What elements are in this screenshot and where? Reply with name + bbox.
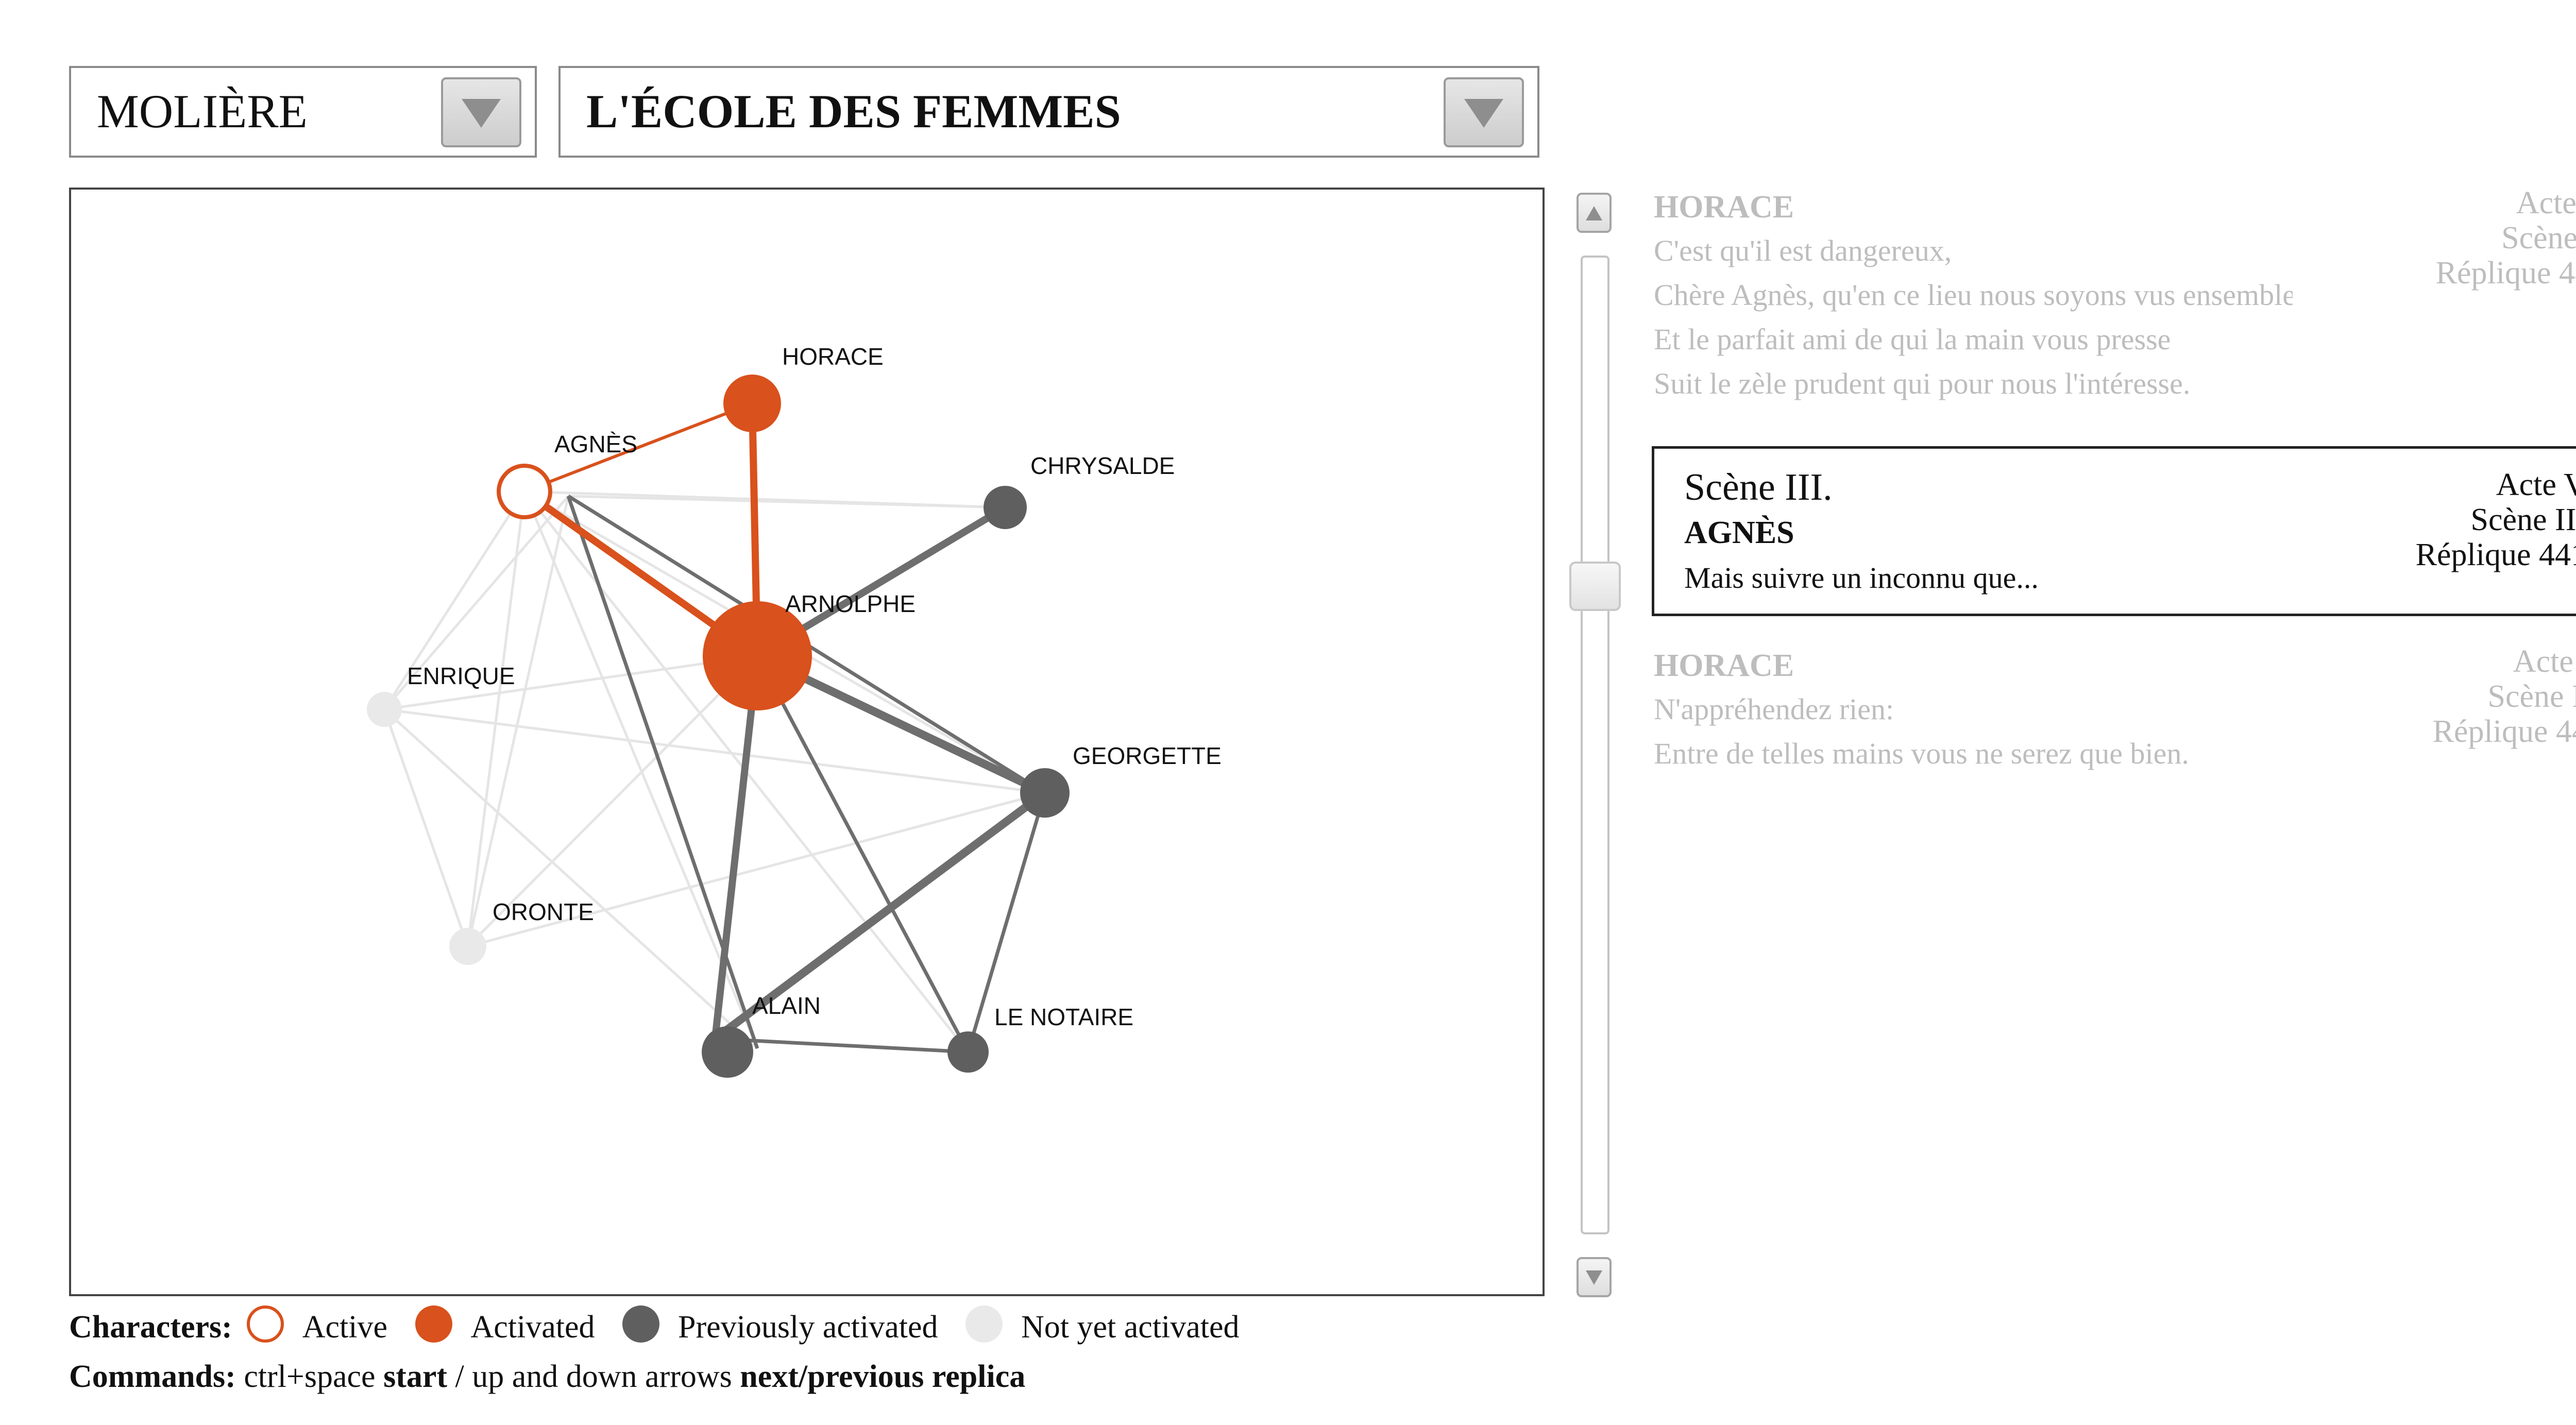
replica-act: Acte V — [2513, 644, 2576, 679]
author-dropdown-button[interactable] — [441, 77, 521, 147]
character-network-graph: HORACE AGNÈS CHRYSALDE ARNOLPHE ENRIQUE GEORG… — [367, 343, 1222, 1078]
replica-line: Mais suivre un inconnu que... — [1684, 561, 2039, 595]
author-select[interactable]: MOLIÈRE — [69, 66, 537, 158]
author-select-value: MOLIÈRE — [97, 85, 308, 138]
not-yet-activated-dot-icon — [965, 1305, 1003, 1343]
replica-number: Réplique 442 — [2432, 714, 2576, 749]
commands-legend-label: Commands: — [69, 1359, 236, 1394]
character-network-panel: HORACE AGNÈS CHRYSALDE ARNOLPHE ENRIQUE GEORG… — [69, 188, 1545, 1296]
replica-line: Entre de telles mains vous ne serez que … — [1654, 737, 2189, 770]
node-label-chrysalde: CHRYSALDE — [1030, 452, 1175, 479]
graph-nodes: HORACE AGNÈS CHRYSALDE ARNOLPHE ENRIQUE GEORG… — [367, 343, 1222, 1078]
replica-scene: Scène III — [2487, 679, 2576, 714]
replica-location: Acte V Scène III Réplique 441 — [2416, 467, 2576, 572]
replica-line: Suit le zèle prudent qui pour nous l'int… — [1654, 367, 2191, 400]
node-label-le-notaire: LE NOTAIRE — [994, 1004, 1133, 1030]
legend-item-active: Active — [246, 1302, 388, 1352]
node-label-alain: ALAIN — [752, 992, 821, 1019]
scroll-down-button[interactable] — [1577, 1257, 1612, 1297]
node-agn-s[interactable] — [497, 464, 552, 519]
previously-activated-dot-icon — [622, 1305, 660, 1343]
active-circle-icon — [246, 1305, 284, 1343]
replica-act: Acte V — [2496, 467, 2576, 502]
edge — [384, 708, 1045, 794]
scrollbar-thumb[interactable] — [1569, 562, 1621, 611]
replica-line: Chère Agnès, qu'en ce lieu nous soyons v… — [1654, 278, 2293, 312]
scrollbar-track[interactable] — [1581, 256, 1609, 1234]
legend-previously-activated-label: Previously activated — [678, 1310, 938, 1345]
replica-line: Et le parfait ami de qui la main vous pr… — [1654, 323, 2171, 356]
node-label-oronte: ORONTE — [493, 898, 594, 925]
commands-legend: Commands: ctrl+space start / up and down… — [69, 1352, 1615, 1401]
replica-scene: Scène II — [2501, 220, 2576, 256]
replica-location: Acte V Scène III Réplique 442 — [2433, 644, 2576, 749]
replica-previous[interactable]: HORACE C'est qu'il est dangereux, Chère … — [1654, 185, 2576, 402]
node-label-enrique: ENRIQUE — [407, 663, 515, 689]
characters-legend: Characters: Active Activated Previously a… — [69, 1302, 1615, 1352]
scroll-up-button[interactable] — [1577, 193, 1612, 233]
edge — [568, 495, 1006, 509]
node-label-georgette: GEORGETTE — [1073, 742, 1222, 769]
chevron-down-icon — [1464, 99, 1503, 128]
node-label-horace: HORACE — [782, 343, 884, 370]
play-dropdown-button[interactable] — [1444, 77, 1524, 147]
play-select[interactable]: L'ÉCOLE DES FEMMES — [558, 66, 1539, 158]
command-start-label: start — [383, 1359, 448, 1394]
node-arnolphe[interactable] — [703, 601, 812, 710]
edge — [566, 495, 759, 1049]
node-georgette[interactable] — [1020, 768, 1070, 818]
replica-act: Acte V — [2516, 185, 2576, 220]
node-le-notaire[interactable] — [947, 1031, 989, 1073]
activated-dot-icon — [415, 1305, 452, 1343]
node-oronte[interactable] — [449, 928, 486, 965]
legend-active-label: Active — [302, 1310, 388, 1345]
command-separator: / up and down arrows — [455, 1359, 732, 1394]
legend-item-not-yet-activated: Not yet activated — [965, 1302, 1240, 1352]
command-navigation-label: next/previous replica — [740, 1359, 1026, 1394]
replica-current[interactable]: Scène III. AGNÈS Mais suivre un inconnu … — [1652, 446, 2576, 616]
triangle-down-icon — [1586, 1270, 1602, 1285]
replica-number: Réplique 440 — [2435, 256, 2576, 291]
chevron-down-icon — [462, 99, 501, 128]
edge — [383, 709, 469, 947]
legend-item-previously-activated: Previously activated — [622, 1302, 938, 1352]
edge — [383, 708, 758, 1049]
edge — [466, 491, 526, 947]
triangle-up-icon — [1586, 206, 1602, 220]
node-label-agn-s: AGNÈS — [554, 431, 637, 457]
replica-scene: Scène III — [2470, 502, 2576, 537]
command-start-key: ctrl+space — [244, 1359, 376, 1394]
characters-legend-label: Characters: — [69, 1310, 232, 1345]
legend: Characters: Active Activated Previously a… — [69, 1302, 1615, 1401]
node-horace[interactable] — [723, 375, 781, 432]
legend-activated-label: Activated — [470, 1310, 595, 1345]
replica-line: C'est qu'il est dangereux, — [1654, 234, 1952, 267]
play-select-value: L'ÉCOLE DES FEMMES — [586, 85, 1121, 138]
replica-line: N'appréhendez rien: — [1654, 692, 1894, 726]
replica-next[interactable]: HORACE N'appréhendez rien: Entre de tell… — [1654, 644, 2576, 788]
legend-not-yet-activated-label: Not yet activated — [1021, 1310, 1240, 1345]
replica-location: Acte V Scène II Réplique 440 — [2436, 185, 2576, 291]
legend-item-activated: Activated — [415, 1302, 595, 1352]
replica-number: Réplique 441 — [2415, 537, 2576, 572]
node-label-arnolphe: ARNOLPHE — [785, 590, 916, 617]
node-chrysalde[interactable] — [984, 486, 1027, 529]
node-enrique[interactable] — [367, 692, 402, 727]
node-alain[interactable] — [702, 1026, 753, 1078]
